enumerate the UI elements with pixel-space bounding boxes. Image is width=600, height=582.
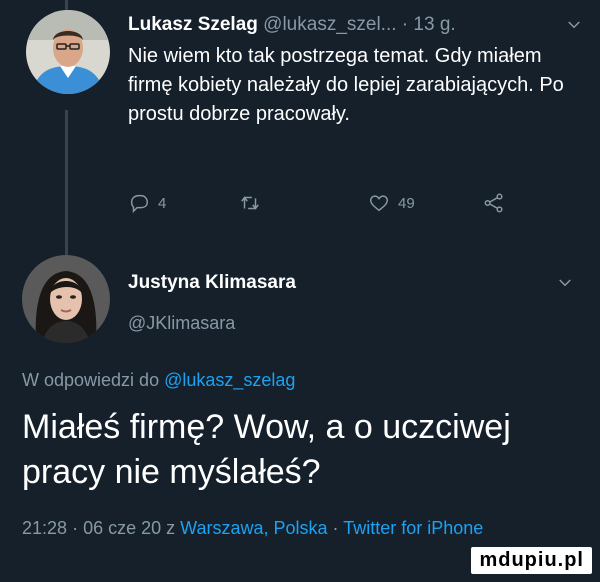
watermark-logo: mdupiu.pl [471,547,592,574]
avatar-justyna[interactable] [22,255,110,343]
tweet-header: Lukasz Szelag @lukasz_szel... · 13 g. [128,14,583,36]
like-icon [368,192,390,214]
share-icon [483,192,505,214]
reply-icon [128,192,150,214]
like-count: 49 [398,194,415,212]
author-handle[interactable]: @JKlimasara [128,313,235,334]
reply-count: 4 [158,194,167,212]
tweet-time[interactable]: 13 g. [413,14,455,35]
separator: · [401,14,409,35]
retweet-icon [238,192,262,214]
tweet-date[interactable]: 06 cze 20 z [83,518,175,538]
thread-connector-top [65,0,68,10]
retweet-button[interactable] [238,192,262,214]
like-button[interactable]: 49 [368,192,415,214]
separator: · [332,518,339,538]
reply-prefix: W odpowiedzi do [22,370,160,390]
chevron-down-icon[interactable] [556,274,574,297]
tweet-meta: 21:28 · 06 cze 20 z Warszawa, Polska · T… [22,513,582,543]
tweet-time[interactable]: 21:28 [22,518,67,538]
source-link[interactable]: Twitter for iPhone [343,518,483,538]
share-button[interactable] [483,192,505,214]
thread-connector [65,110,68,255]
tweet-actions: 4 49 [128,192,528,222]
author-name[interactable]: Justyna Klimasara [128,272,296,294]
chevron-down-icon[interactable] [565,16,583,34]
location-link[interactable]: Warszawa, Polska [180,518,327,538]
reply-to-link[interactable]: @lukasz_szelag [164,370,295,390]
tweet-text: Miałeś firmę? Wow, a o uczciwej pracy ni… [22,408,511,491]
avatar-lukasz[interactable] [26,10,110,94]
reply-context: W odpowiedzi do @lukasz_szelag [22,370,295,391]
tweet-text: Nie wiem kto tak postrzega temat. Gdy mi… [128,45,564,125]
author-handle[interactable]: @lukasz_szel... [263,14,396,35]
separator: · [72,518,79,538]
author-name[interactable]: Lukasz Szelag [128,14,258,35]
reply-button[interactable]: 4 [128,192,166,214]
